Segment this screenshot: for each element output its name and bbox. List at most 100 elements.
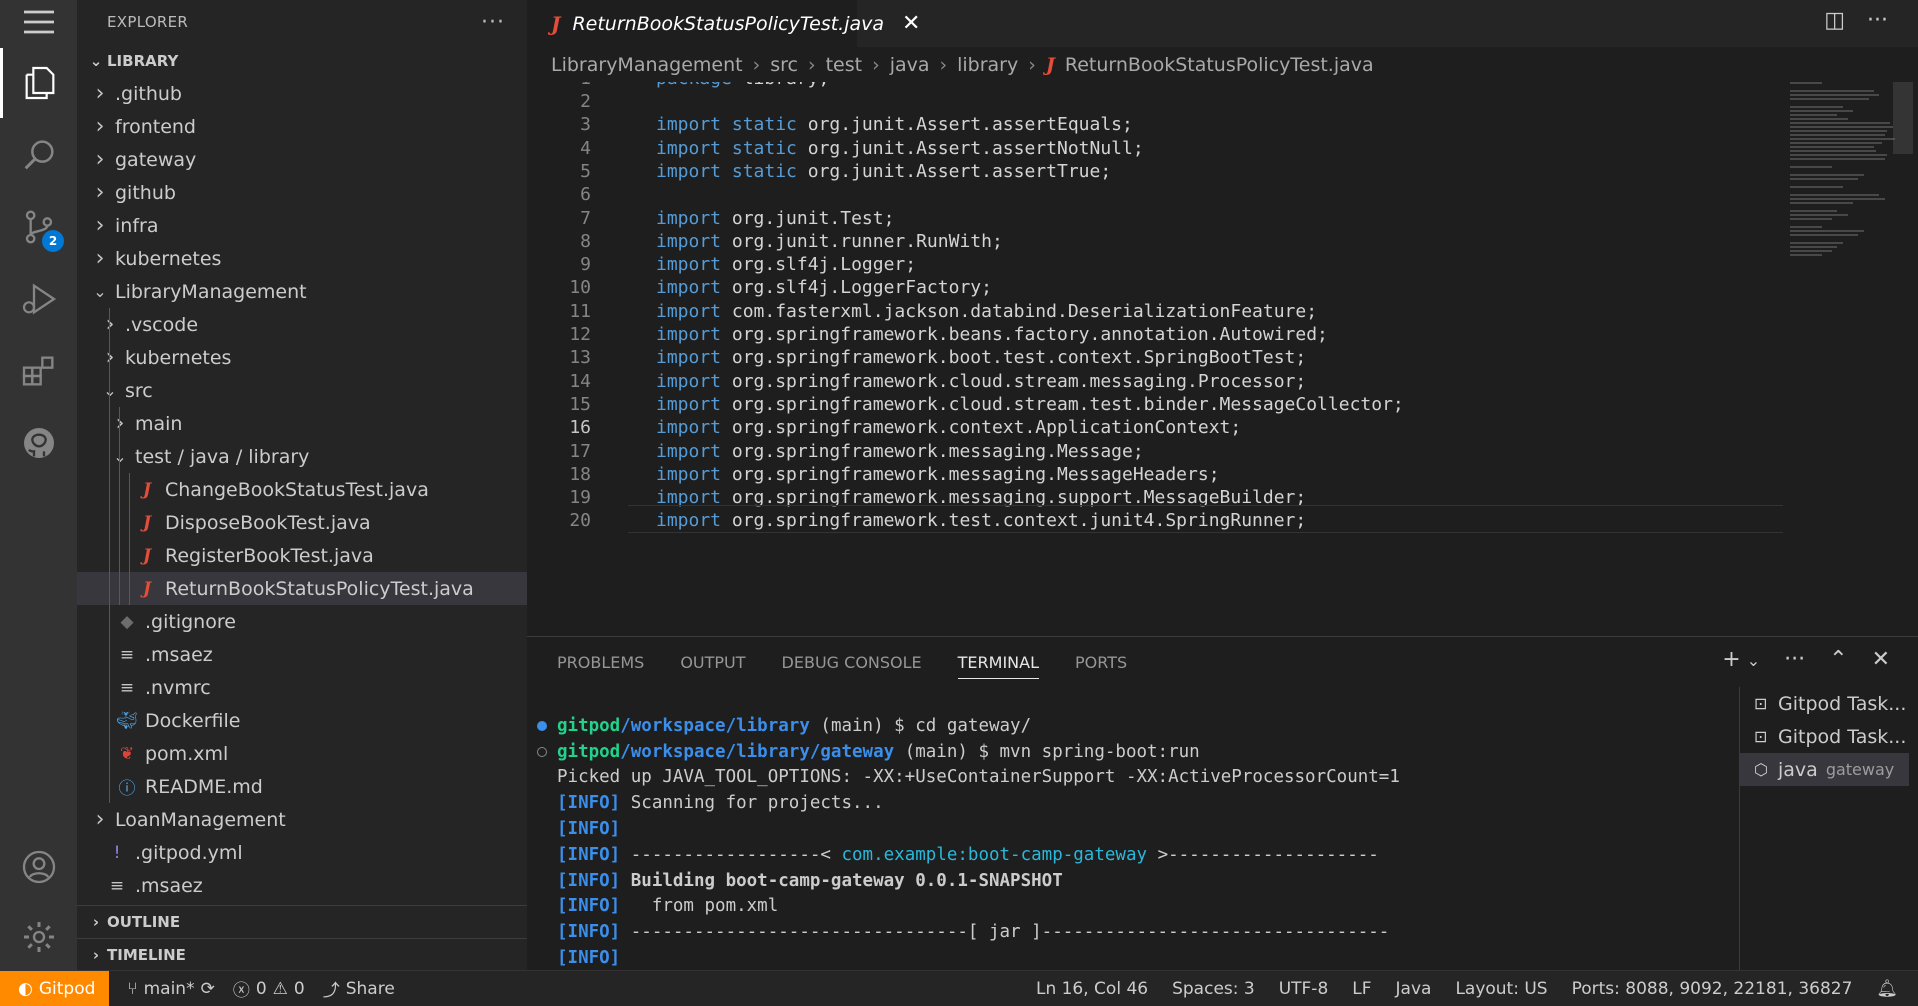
panel-tab-ports[interactable]: PORTS <box>1075 653 1127 672</box>
minimap-line <box>1790 246 1838 248</box>
end-of-line[interactable]: LF <box>1352 979 1371 999</box>
terminal-instance[interactable]: ⊡ Gitpod Task... <box>1740 720 1909 753</box>
folder-item[interactable]: ⌄ src <box>77 374 527 407</box>
keyword: import <box>656 324 722 346</box>
section-outline-label: OUTLINE <box>107 913 181 931</box>
folder-item[interactable]: › github <box>77 176 527 209</box>
split-editor-icon[interactable]: ◫ <box>1824 8 1845 33</box>
command-text: cd gateway/ <box>915 715 1032 736</box>
output-text: ------------------< <box>620 844 842 865</box>
accounts-icon[interactable] <box>0 832 77 902</box>
breadcrumb-item[interactable]: src <box>770 54 798 76</box>
folder-item[interactable]: › .vscode <box>77 308 527 341</box>
file-item[interactable]: J ReturnBookStatusPolicyTest.java <box>77 572 527 605</box>
extensions-icon[interactable] <box>0 336 77 406</box>
folder-item[interactable]: ⌄ test / java / library <box>77 440 527 473</box>
folder-item[interactable]: › LoanManagement <box>77 803 527 836</box>
warning-count: 0 <box>293 978 305 999</box>
folder-item[interactable]: › gateway <box>77 143 527 176</box>
search-icon[interactable] <box>0 120 77 190</box>
chevron-right-icon: › <box>95 180 105 205</box>
folder-item[interactable]: › kubernetes <box>77 341 527 374</box>
run-debug-icon[interactable] <box>0 264 77 334</box>
section-timeline[interactable]: › TIMELINE <box>77 938 527 971</box>
terminal-instance[interactable]: ⊡ Gitpod Task... <box>1740 687 1909 720</box>
chevron-down-icon: ⌄ <box>93 282 107 301</box>
minimap-line <box>1790 214 1848 216</box>
tab-return-book-status-policy-test[interactable]: J ReturnBookStatusPolicyTest.java ✕ <box>527 0 920 47</box>
source-control-icon[interactable]: 2 <box>0 192 77 262</box>
file-item[interactable]: ! .gitpod.yml <box>77 836 527 869</box>
ports[interactable]: Ports: 8088, 9092, 22181, 36827 <box>1572 979 1853 999</box>
chevron-down-icon: ⌄ <box>103 381 117 400</box>
encoding[interactable]: UTF-8 <box>1279 979 1329 999</box>
folder-item[interactable]: › .github <box>77 77 527 110</box>
minimap-line <box>1790 106 1843 108</box>
share-label: Share <box>345 978 395 999</box>
sync-icon[interactable]: ⟳ <box>201 979 215 999</box>
keyword: import <box>656 347 722 369</box>
share-button[interactable]: ⤴ Share <box>323 976 395 1002</box>
github-icon[interactable] <box>0 408 77 478</box>
new-terminal-icon[interactable]: + <box>1722 647 1740 672</box>
panel-tab-problems[interactable]: PROBLEMS <box>557 653 644 672</box>
breadcrumb-item[interactable]: ReturnBookStatusPolicyTest.java <box>1065 54 1374 76</box>
breadcrumb-item[interactable]: java <box>890 54 930 76</box>
file-item[interactable]: ≡ .nvmrc <box>77 671 527 704</box>
code-editor[interactable]: 1package library;23import static org.jun… <box>527 82 1918 635</box>
notifications-bell-icon[interactable]: 🔔︎ <box>1876 979 1898 999</box>
chevron-right-icon: › <box>95 246 105 271</box>
close-panel-icon[interactable]: ✕ <box>1872 647 1890 672</box>
folder-item[interactable]: › kubernetes <box>77 242 527 275</box>
file-item[interactable]: 🐳︎ Dockerfile <box>77 704 527 737</box>
explorer-more-icon[interactable]: ··· <box>481 10 505 35</box>
language-mode[interactable]: Java <box>1396 979 1432 999</box>
panel-tab-output[interactable]: OUTPUT <box>680 653 745 672</box>
explorer-icon[interactable] <box>0 48 77 118</box>
panel-more-icon[interactable]: ··· <box>1784 647 1805 672</box>
file-item[interactable]: J RegisterBookTest.java <box>77 539 527 572</box>
output-link[interactable]: com.example:boot-camp-gateway <box>841 845 1147 865</box>
breadcrumb-item[interactable]: library <box>957 54 1018 76</box>
branch-indicator[interactable]: ⑂ main* ⟳ <box>127 979 214 999</box>
breadcrumb-item[interactable]: LibraryManagement <box>551 54 743 76</box>
breadcrumb-item[interactable]: test <box>826 54 863 76</box>
folder-item[interactable]: › infra <box>77 209 527 242</box>
indent-guide <box>129 506 130 539</box>
cursor-position[interactable]: Ln 16, Col 46 <box>1036 979 1148 999</box>
file-item[interactable]: ◆ .gitignore <box>77 605 527 638</box>
terminal-output[interactable]: gitpod /workspace/library (main) $ cd ga… <box>527 713 1717 971</box>
editor-more-icon[interactable]: ··· <box>1867 8 1888 33</box>
chevron-right-icon: › <box>939 54 948 76</box>
minimap-line <box>1790 218 1832 220</box>
panel-tab-debug-console[interactable]: DEBUG CONSOLE <box>782 653 922 672</box>
terminal-line: [INFO] from pom.xml <box>527 894 1717 920</box>
file-item[interactable]: ≡ .msaez <box>77 869 527 902</box>
menu-icon[interactable] <box>0 2 77 42</box>
folder-item[interactable]: › main <box>77 407 527 440</box>
editor-scrollbar[interactable] <box>1893 82 1913 154</box>
file-item[interactable]: ≡ .msaez <box>77 638 527 671</box>
indentation[interactable]: Spaces: 3 <box>1172 979 1255 999</box>
folder-item[interactable]: › frontend <box>77 110 527 143</box>
panel-tab-terminal[interactable]: TERMINAL <box>957 653 1040 679</box>
section-outline[interactable]: › OUTLINE <box>77 905 527 938</box>
maximize-panel-icon[interactable]: ⌃ <box>1829 647 1847 672</box>
file-item[interactable]: J ChangeBookStatusTest.java <box>77 473 527 506</box>
chevron-down-icon[interactable]: ⌄ <box>1747 651 1760 672</box>
minimap[interactable] <box>1790 82 1895 302</box>
file-item[interactable]: ⓘ README.md <box>77 770 527 803</box>
section-library[interactable]: ⌄ LIBRARY <box>77 44 527 77</box>
terminal-instance[interactable]: ⬡ java gateway <box>1740 753 1909 786</box>
folder-item[interactable]: ⌄ LibraryManagement <box>77 275 527 308</box>
file-item[interactable]: J DisposeBookTest.java <box>77 506 527 539</box>
keyboard-layout[interactable]: Layout: US <box>1455 979 1547 999</box>
file-item[interactable]: ❦ pom.xml <box>77 737 527 770</box>
activity-bar: 2 <box>0 0 77 970</box>
remote-indicator[interactable]: ◐ Gitpod <box>0 970 110 1006</box>
close-icon[interactable]: ✕ <box>902 11 920 36</box>
tree-item-label: .vscode <box>125 313 199 336</box>
settings-gear-icon[interactable] <box>0 902 77 972</box>
problems-indicator[interactable]: ⓧ 0 ⚠ 0 <box>233 976 305 1002</box>
line-number: 13 <box>569 347 591 369</box>
